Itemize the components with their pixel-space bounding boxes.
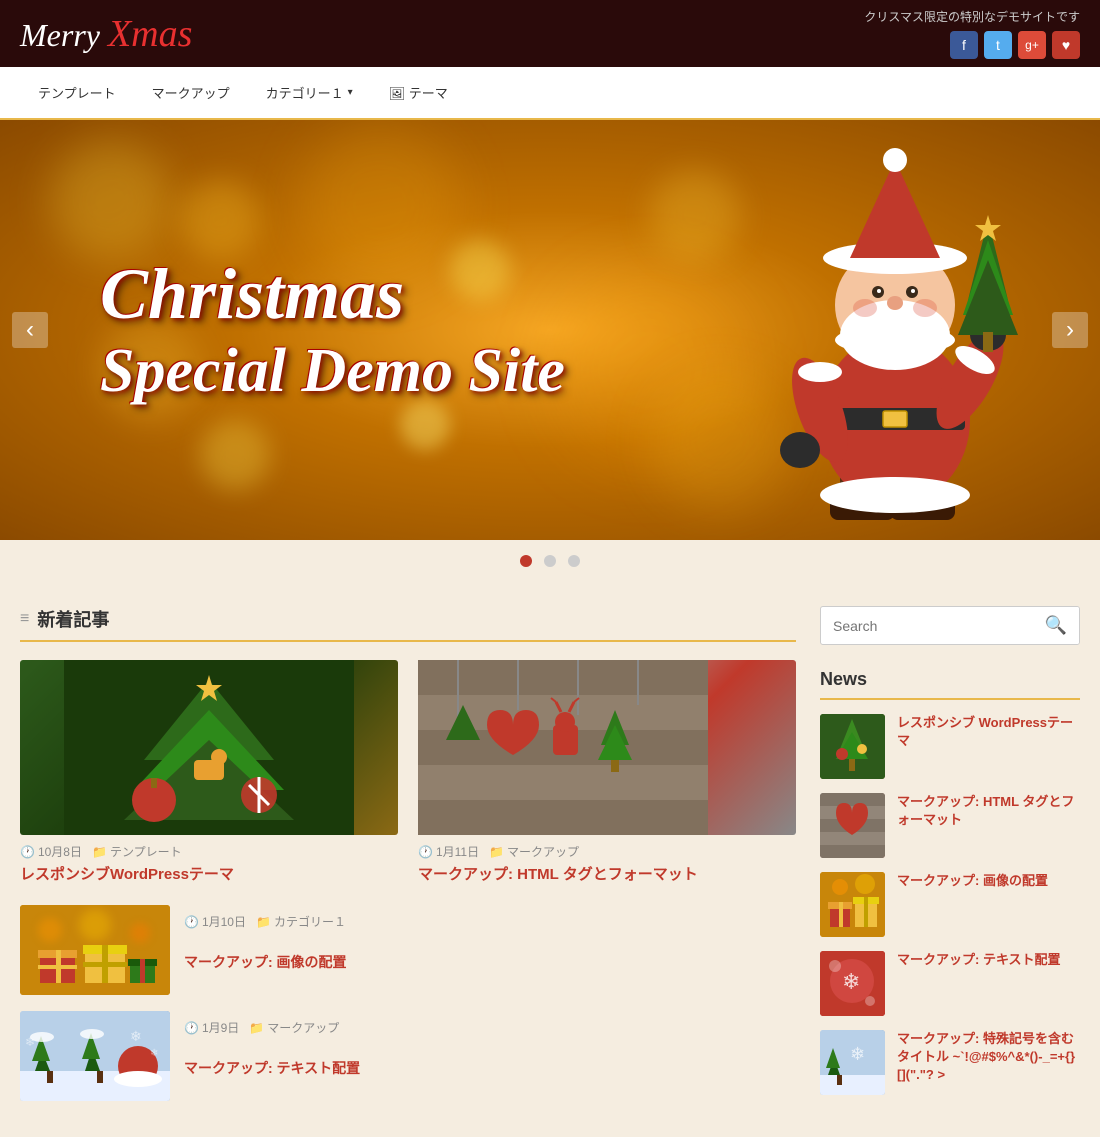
- article-date-0: 🕐 10月8日: [20, 843, 82, 860]
- slider-prev-button[interactable]: ‹: [12, 312, 48, 348]
- bokeh-circle: [180, 180, 260, 260]
- news-list: レスポンシブ WordPressテーマ マークアップ: HTML タグとフォー: [820, 714, 1080, 1095]
- sidebar-news-title: News: [820, 669, 1080, 700]
- article-thumb-0: [20, 660, 398, 835]
- nav-item-template[interactable]: テンプレート: [20, 67, 134, 118]
- article-date-1: 🕐 1月11日: [418, 843, 479, 860]
- article-list-image-1: ❄ ❄ ❄: [20, 1011, 170, 1101]
- article-card-1[interactable]: 🕐 1月11日 📁 マークアップ マークアップ: HTML タグとフォーマット: [418, 660, 796, 885]
- news-item-3[interactable]: ❄ マークアップ: テキスト配置: [820, 951, 1080, 1016]
- bokeh-circle: [50, 140, 170, 260]
- article-category-0: 📁 テンプレート: [92, 843, 182, 860]
- slider-dot-1[interactable]: [520, 555, 532, 567]
- search-button[interactable]: 🔍: [1033, 607, 1079, 644]
- bokeh-circle: [650, 170, 740, 260]
- header-tagline: クリスマス限定の特別なデモサイトです: [864, 8, 1080, 25]
- santa-svg: [730, 140, 1070, 540]
- news-thumb-4: ❄: [820, 1030, 885, 1095]
- article-meta-1: 🕐 1月11日 📁 マークアップ: [418, 843, 796, 860]
- svg-text:❄: ❄: [842, 969, 860, 994]
- news-item-0[interactable]: レスポンシブ WordPressテーマ: [820, 714, 1080, 779]
- article-list-meta-1: 🕐 1月9日 📁 マークアップ: [184, 1019, 796, 1036]
- sidebar: 🔍 News レスポンシブ WordPressテーマ: [820, 606, 1080, 1117]
- slider-dots: [0, 540, 1100, 586]
- hero-title: Christmas Special Demo Site: [100, 253, 565, 407]
- nav-item-category[interactable]: カテゴリー１ ▾: [248, 67, 371, 118]
- section-heading: ≡ 新着記事: [20, 606, 796, 642]
- svg-text:❄: ❄: [850, 1044, 865, 1064]
- article-list-meta-0: 🕐 1月10日 📁 カテゴリー１: [184, 913, 796, 930]
- header-right: クリスマス限定の特別なデモサイトです f t g+ ♥: [864, 8, 1080, 59]
- article-list-item-1[interactable]: ❄ ❄ ❄ 🕐 1月9日 📁 マークアップ マークアップ: テキスト配置: [20, 1011, 796, 1101]
- slider-dot-2[interactable]: [544, 555, 556, 567]
- search-input[interactable]: [821, 607, 1033, 644]
- logo-merry: Merry: [20, 17, 100, 53]
- article-meta-0: 🕐 10月8日 📁 テンプレート: [20, 843, 398, 860]
- article-list-item-0[interactable]: 🕐 1月10日 📁 カテゴリー１ マークアップ: 画像の配置: [20, 905, 796, 995]
- svg-text:❄: ❄: [150, 1048, 158, 1059]
- facebook-icon[interactable]: f: [950, 31, 978, 59]
- hero-slider: ‹ Christmas Special Demo Site: [0, 120, 1100, 540]
- bokeh-circle: [400, 400, 450, 450]
- main-content: ≡ 新着記事: [0, 586, 1100, 1137]
- article-image-1: [418, 660, 708, 835]
- news-text-4[interactable]: マークアップ: 特殊記号を含むタイトル ~`!@#$%^&*()-_=+{}[]…: [897, 1030, 1080, 1085]
- social-icons: f t g+ ♥: [950, 31, 1080, 59]
- list-icon: ≡: [20, 610, 29, 628]
- hero-title-line2: Special Demo Site: [100, 336, 565, 407]
- santa-figure: [730, 140, 1070, 540]
- article-image-0: [64, 660, 354, 835]
- news-text-0[interactable]: レスポンシブ WordPressテーマ: [897, 714, 1080, 750]
- hero-title-line1: Christmas: [100, 253, 565, 336]
- main-nav: テンプレート マークアップ カテゴリー１ ▾ 🖼 テーマ: [0, 67, 1100, 120]
- search-box: 🔍: [820, 606, 1080, 645]
- article-thumb-1: [418, 660, 796, 835]
- news-thumb-2: [820, 872, 885, 937]
- news-item-4[interactable]: ❄ マークアップ: 特殊記号を含むタイトル ~`!@#$%^&*()-_=+{}…: [820, 1030, 1080, 1095]
- news-text-1[interactable]: マークアップ: HTML タグとフォーマット: [897, 793, 1080, 829]
- news-thumb-0: [820, 714, 885, 779]
- news-text-2[interactable]: マークアップ: 画像の配置: [897, 872, 1080, 890]
- news-thumb-1: [820, 793, 885, 858]
- article-list-thumb-0: [20, 905, 170, 995]
- article-title-1[interactable]: マークアップ: HTML タグとフォーマット: [418, 864, 796, 885]
- logo-xmas-text: Xmas: [108, 13, 192, 55]
- article-list-content-1: 🕐 1月9日 📁 マークアップ マークアップ: テキスト配置: [184, 1011, 796, 1078]
- dropdown-arrow: ▾: [348, 87, 353, 98]
- article-list-title-0[interactable]: マークアップ: 画像の配置: [184, 952, 796, 972]
- slider-dot-3[interactable]: [568, 555, 580, 567]
- news-item-2[interactable]: マークアップ: 画像の配置: [820, 872, 1080, 937]
- article-grid: 🕐 10月8日 📁 テンプレート レスポンシブWordPressテーマ: [20, 660, 796, 885]
- article-category-1: 📁 マークアップ: [489, 843, 579, 860]
- site-logo[interactable]: Merry Xmas: [20, 12, 192, 56]
- svg-text:❄: ❄: [25, 1035, 35, 1049]
- bokeh-circle: [200, 420, 270, 490]
- news-item-1[interactable]: マークアップ: HTML タグとフォーマット: [820, 793, 1080, 858]
- section-title: 新着記事: [37, 606, 109, 632]
- news-text-3[interactable]: マークアップ: テキスト配置: [897, 951, 1080, 969]
- googleplus-icon[interactable]: g+: [1018, 31, 1046, 59]
- slider-next-button[interactable]: ›: [1052, 312, 1088, 348]
- svg-text:❄: ❄: [130, 1028, 142, 1044]
- content-area: ≡ 新着記事: [20, 606, 796, 1117]
- hero-text: Christmas Special Demo Site: [100, 253, 565, 407]
- twitter-icon[interactable]: t: [984, 31, 1012, 59]
- article-list-image-0: [20, 905, 170, 995]
- article-card-0[interactable]: 🕐 10月8日 📁 テンプレート レスポンシブWordPressテーマ: [20, 660, 398, 885]
- article-list-thumb-1: ❄ ❄ ❄: [20, 1011, 170, 1101]
- nav-item-theme[interactable]: 🖼 テーマ: [371, 67, 466, 118]
- heart-icon[interactable]: ♥: [1052, 31, 1080, 59]
- nav-item-markup[interactable]: マークアップ: [134, 67, 248, 118]
- article-title-0[interactable]: レスポンシブWordPressテーマ: [20, 864, 398, 885]
- news-thumb-3: ❄: [820, 951, 885, 1016]
- site-header: Merry Xmas クリスマス限定の特別なデモサイトです f t g+ ♥: [0, 0, 1100, 67]
- article-list-content-0: 🕐 1月10日 📁 カテゴリー１ マークアップ: 画像の配置: [184, 905, 796, 972]
- article-list-title-1[interactable]: マークアップ: テキスト配置: [184, 1058, 796, 1078]
